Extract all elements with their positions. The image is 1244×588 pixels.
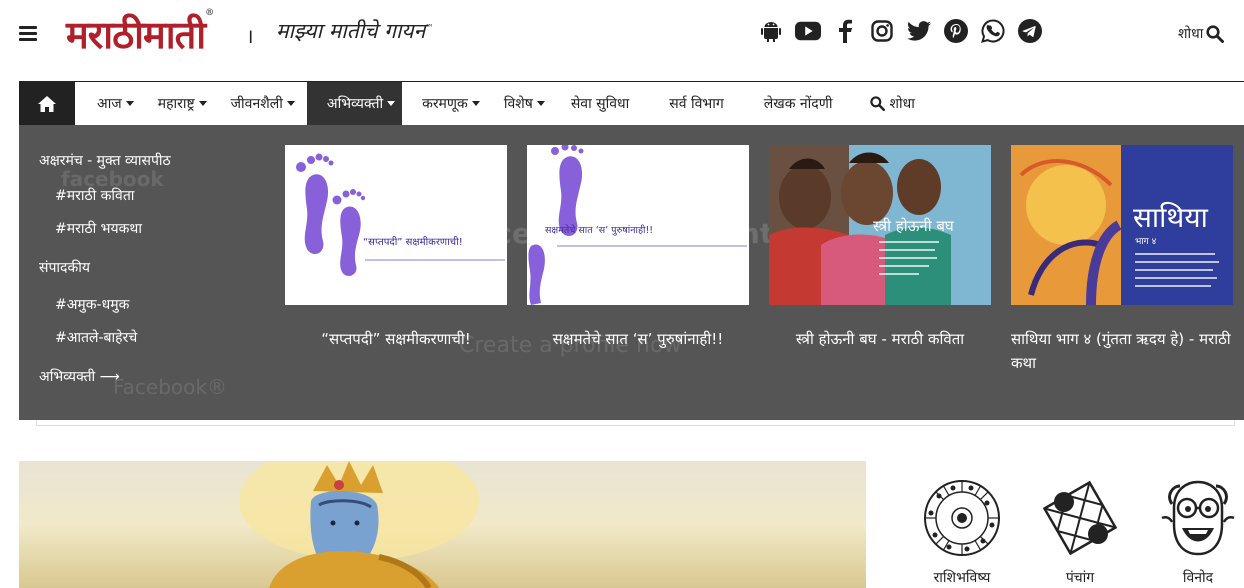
thumbnail-subcaption: भाग ४ bbox=[1135, 237, 1157, 247]
article-title[interactable]: “सप्तपदी” सक्षमीकरणाची! bbox=[285, 327, 507, 351]
article-title[interactable]: स्त्री होऊनी बघ - मराठी कविता bbox=[769, 327, 991, 351]
service-vinod[interactable]: विनोद bbox=[1156, 476, 1240, 587]
article-card: “सप्तपदी” सक्षमीकरणाची! “सप्तपदी” सक्षमी… bbox=[285, 145, 507, 351]
telegram-icon[interactable] bbox=[1017, 18, 1043, 44]
article-thumbnail[interactable]: “सप्तपदी” सक्षमीकरणाची! bbox=[285, 145, 507, 305]
service-label: पंचांग bbox=[1065, 570, 1095, 586]
header-search-button[interactable]: शोधा bbox=[1178, 24, 1225, 43]
article-thumbnail[interactable]: स्त्री होऊनी बघ bbox=[769, 145, 991, 305]
chevron-down-icon bbox=[471, 101, 480, 106]
nav-item-label: सेवा सुविधा bbox=[570, 96, 630, 112]
mega-menu-abhivyakti: facebook Facebook® Account Sign Create a… bbox=[19, 125, 1244, 420]
chevron-down-icon bbox=[286, 101, 295, 106]
service-label: विनोद bbox=[1182, 570, 1214, 586]
sidebar-link-amuk-dhamuk[interactable]: #अमुक-धमुक bbox=[55, 295, 279, 314]
sidebar-link-aatle-baherche[interactable]: #आतले-बाहेरचे bbox=[55, 328, 279, 347]
article-title[interactable]: साथिया भाग ४ (गुंतता ऋदय हे) - मराठी कथा bbox=[1011, 327, 1233, 375]
thumbnail-caption: “सप्तपदी” सक्षमीकरणाची! bbox=[363, 236, 463, 248]
nav-search-button[interactable]: शोधा bbox=[852, 82, 926, 125]
nav-item-label: करमणूक bbox=[422, 96, 468, 112]
sidebar-link-marathi-bhaykatha[interactable]: #मराठी भयकथा bbox=[55, 219, 279, 238]
sidebar-heading-aksharmanch[interactable]: अक्षरमंच - मुक्त व्यासपीठ bbox=[39, 151, 279, 170]
header-search-label: शोधा bbox=[1178, 26, 1204, 42]
nav-item-maharashtra[interactable]: महाराष्ट्र bbox=[146, 82, 219, 125]
zodiac-wheel-icon bbox=[920, 476, 1004, 560]
hamburger-menu-icon[interactable] bbox=[19, 26, 37, 41]
nav-item-label: विशेष bbox=[503, 96, 533, 112]
nav-item-label: महाराष्ट्र bbox=[157, 96, 195, 112]
nav-item-seva-suvidha[interactable]: सेवा सुविधा bbox=[557, 82, 649, 125]
youtube-icon[interactable] bbox=[795, 18, 821, 44]
thumbnail-caption: साथिया bbox=[1133, 201, 1209, 234]
nav-item-label: लेखक नोंदणी bbox=[763, 96, 833, 112]
twitter-icon[interactable] bbox=[906, 18, 932, 44]
search-icon bbox=[1206, 24, 1225, 43]
thumbnail-caption: सक्षमतेचे सात ‘स’ पुरुषांनाही!! bbox=[545, 224, 653, 236]
featured-hero-image[interactable] bbox=[19, 461, 866, 588]
chevron-down-icon bbox=[125, 101, 134, 106]
nav-item-lekhak-nondani[interactable]: लेखक नोंदणी bbox=[744, 82, 853, 125]
sidebar-more-link[interactable]: अभिव्यक्ती ⟶ bbox=[39, 367, 279, 386]
nav-item-vishesh[interactable]: विशेष bbox=[492, 82, 557, 125]
chevron-down-icon bbox=[198, 101, 207, 106]
nav-item-label: आज bbox=[97, 96, 122, 112]
nav-item-abhivyakti[interactable]: अभिव्यक्ती bbox=[306, 82, 403, 125]
nav-item-label: सर्व विभाग bbox=[669, 96, 724, 112]
site-logo[interactable]: मराठीमाती® bbox=[66, 8, 214, 60]
thumbnail-caption: स्त्री होऊनी बघ bbox=[873, 217, 955, 235]
site-header: मराठीमाती® । माझ्या मातीचे गायन™ शोधा bbox=[0, 0, 1244, 80]
nav-item-karamnuk[interactable]: करमणूक bbox=[402, 82, 492, 125]
search-icon bbox=[870, 96, 886, 111]
article-title[interactable]: सक्षमतेचे सात ‘स’ पुरुषांनाही!! bbox=[527, 327, 749, 351]
logo-separator: । bbox=[246, 24, 254, 48]
whatsapp-icon[interactable] bbox=[980, 18, 1006, 44]
mega-menu-sidebar: अक्षरमंच - मुक्त व्यासपीठ #मराठी कविता #… bbox=[39, 151, 279, 386]
sidebar-heading-sampadkiy[interactable]: संपादकीय bbox=[39, 258, 279, 277]
sidebar-link-marathi-kavita[interactable]: #मराठी कविता bbox=[55, 186, 279, 205]
chevron-down-icon bbox=[536, 101, 545, 106]
panchang-chart-icon bbox=[1038, 476, 1122, 560]
article-thumbnail[interactable]: सक्षमतेचे सात ‘स’ पुरुषांनाही!! bbox=[527, 145, 749, 305]
nav-item-label: जीवनशैली bbox=[230, 96, 283, 112]
main-navigation: आज महाराष्ट्र जीवनशैली अभिव्यक्ती करमणूक… bbox=[19, 81, 1244, 125]
nav-item-aaj[interactable]: आज bbox=[75, 82, 146, 125]
home-icon bbox=[38, 95, 56, 112]
social-links bbox=[758, 18, 1043, 44]
article-card: स्त्री होऊनी बघ स्त्री होऊनी बघ - मराठी … bbox=[769, 145, 991, 351]
facebook-icon[interactable] bbox=[832, 18, 858, 44]
instagram-icon[interactable] bbox=[869, 18, 895, 44]
android-icon[interactable] bbox=[758, 18, 784, 44]
service-rashibhavishya[interactable]: राशिभविष्य bbox=[920, 476, 1004, 587]
nav-home-button[interactable] bbox=[19, 82, 75, 125]
article-card: सक्षमतेचे सात ‘स’ पुरुषांनाही!! सक्षमतेच… bbox=[527, 145, 749, 351]
nav-item-jeevanshaili[interactable]: जीवनशैली bbox=[219, 82, 307, 125]
site-tagline: माझ्या मातीचे गायन™ bbox=[276, 19, 434, 43]
nav-search-label: शोधा bbox=[889, 96, 915, 112]
chevron-down-icon bbox=[387, 101, 396, 106]
service-label: राशिभविष्य bbox=[933, 570, 991, 586]
laughing-face-icon bbox=[1156, 476, 1240, 560]
nav-item-sarva-vibhag[interactable]: सर्व विभाग bbox=[649, 82, 743, 125]
nav-item-label: अभिव्यक्ती bbox=[326, 96, 384, 112]
krishna-illustration bbox=[239, 461, 479, 588]
service-panchang[interactable]: पंचांग bbox=[1038, 476, 1122, 587]
article-thumbnail[interactable]: साथिया भाग ४ bbox=[1011, 145, 1233, 305]
content-divider bbox=[36, 420, 1235, 426]
article-card: साथिया भाग ४ साथिया भाग ४ (गुंतता ऋदय हे… bbox=[1011, 145, 1233, 375]
pinterest-icon[interactable] bbox=[943, 18, 969, 44]
